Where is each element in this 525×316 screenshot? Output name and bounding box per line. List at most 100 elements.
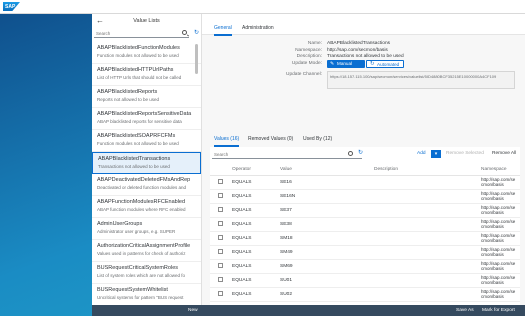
row-checkbox[interactable] [218, 262, 223, 268]
tab-administration[interactable]: Administration [242, 25, 274, 34]
col-namespace[interactable]: Namespace [479, 165, 520, 176]
list-item[interactable]: ABAPBlacklistedSOAPRFCFMs Function module… [92, 130, 201, 152]
refresh-icon[interactable]: ↻ [194, 30, 199, 36]
cell-value: SE16N [278, 189, 372, 204]
add-button[interactable]: Add [417, 151, 426, 156]
list-item[interactable]: BUSRequestSystemWhitelist Uncritical syst… [92, 284, 201, 306]
new-button[interactable]: New [188, 308, 198, 313]
search-icon[interactable] [182, 30, 187, 35]
detail-panel: ? General Administration Name: ABAPBlack… [202, 14, 525, 305]
update-channel-label: Update Channel: [285, 72, 322, 77]
master-list-panel: ← Value Lists ↻ ABAPBlacklistedFunctionM… [92, 14, 202, 306]
list-item[interactable]: BUSRequestCriticalSystemRoles List of sys… [92, 262, 201, 284]
col-value[interactable]: Value [278, 165, 372, 176]
list-item-title: BUSRequestSystemWhitelist [97, 287, 168, 293]
list-item-title: ABAPBlacklistedReportsSensitiveData [97, 111, 192, 117]
cell-value: SE16 [278, 175, 372, 190]
tab-general[interactable]: General [214, 25, 232, 36]
table-row[interactable]: EQUALS SU01 http://sap.com/se cmon/basis [210, 273, 520, 288]
list-item-title: ABAPDeactivatedDeletedFMsAndRep [97, 177, 191, 183]
shell-bar: SAP [0, 0, 525, 14]
row-checkbox[interactable] [218, 206, 223, 212]
name-value: ABAPBlacklistedTransactions [327, 41, 391, 46]
table-search-input[interactable] [212, 150, 342, 158]
select-all-header [210, 165, 230, 176]
cell-description [372, 189, 479, 204]
cell-operator: EQUALS [230, 259, 278, 274]
list-item[interactable]: ABAPBlacklistedFunctionModules Function m… [92, 42, 201, 64]
list-item-description: Deactivated or deleted function modules … [97, 185, 187, 190]
footer-toolbar: New Save As Mark for Export [92, 305, 525, 316]
manual-button[interactable]: ✎ Manual [327, 60, 365, 68]
list-item-title: ABAPFunctionModulesRFCEnabled [97, 199, 186, 205]
cell-namespace: http://sap.com/se cmon/basis [479, 231, 520, 246]
list-item[interactable]: ABAPDeactivatedDeletedFMsAndRep Deactivat… [92, 174, 201, 196]
table-row[interactable]: EQUALS SE37 http://sap.com/se cmon/basis [210, 203, 520, 218]
table-row[interactable]: EQUALS SE16 http://sap.com/se cmon/basis [210, 175, 520, 190]
automated-button[interactable]: ↻ Automated [366, 60, 404, 68]
list-item[interactable]: ABAPFunctionModulesRFCEnabled ABAP functi… [92, 196, 201, 218]
add-dropdown-icon[interactable]: ▾ [431, 150, 441, 158]
list-item[interactable]: ABAPBlacklistedHTTPUrlPaths List of HTTP … [92, 64, 201, 86]
list-item-title: AdminUserGroups [97, 221, 143, 227]
table-row[interactable]: EQUALS SM49 http://sap.com/se cmon/basis [210, 245, 520, 260]
mark-for-export-button[interactable]: Mark for Export [482, 308, 515, 313]
manual-label: Manual [337, 61, 353, 66]
list-item[interactable]: AuthorizationCriticalAssignmentProfile Va… [92, 240, 201, 262]
sap-logo[interactable]: SAP [3, 2, 20, 11]
row-checkbox[interactable] [218, 276, 223, 282]
row-select-cell [210, 287, 230, 302]
list-item-title: ABAPBlacklistedHTTPUrlPaths [97, 67, 174, 73]
cell-operator: EQUALS [230, 245, 278, 260]
list-item[interactable]: ABAPBlacklistedTransactions Transactions … [92, 152, 201, 174]
col-description[interactable]: Description [372, 165, 479, 176]
cell-description [372, 217, 479, 232]
table-row[interactable]: EQUALS SU02 http://sap.com/se cmon/basis [210, 287, 520, 302]
row-select-cell [210, 203, 230, 218]
master-title: Value Lists [133, 18, 160, 24]
row-checkbox[interactable] [218, 234, 223, 240]
col-operator[interactable]: Operator [230, 165, 278, 176]
name-label: Name: [307, 41, 322, 46]
list-item-description: Function modules not allowed to be used [97, 53, 179, 58]
tab-values[interactable]: Values (16) [214, 136, 240, 147]
list-item-title: AuthorizationCriticalAssignmentProfile [97, 243, 191, 249]
table-row[interactable]: EQUALS SE16N http://sap.com/se cmon/basis [210, 189, 520, 204]
row-checkbox[interactable] [218, 248, 223, 254]
cell-value: SE38 [278, 217, 372, 232]
sync-icon: ↻ [370, 61, 375, 67]
save-as-button[interactable]: Save As [456, 308, 474, 313]
remove-all-button[interactable]: Remove All [492, 151, 516, 156]
table-search-icon[interactable] [348, 151, 353, 156]
row-checkbox[interactable] [218, 192, 223, 198]
update-channel-field[interactable]: https://18.157.115.100/sap/secmon/servic… [327, 71, 515, 89]
table-header-row: Operator Value Description Namespace [210, 165, 520, 176]
list-item-description: Administrator user groups, e.g. SUPER [97, 229, 176, 234]
tab-used-by[interactable]: Used By (12) [303, 136, 332, 145]
automated-label: Automated [377, 62, 400, 67]
cell-operator: EQUALS [230, 175, 278, 190]
list-item-title: ABAPBlacklistedTransactions [98, 156, 171, 162]
list-item[interactable]: ABAPBlacklistedReports Reports not allowe… [92, 86, 201, 108]
remove-selected-button[interactable]: Remove Selected [446, 151, 484, 156]
scrollbar[interactable] [195, 44, 198, 74]
master-search-input[interactable] [94, 29, 178, 37]
list-item[interactable]: ABAPBlacklistedReportsSensitiveData ABAP … [92, 108, 201, 130]
cell-operator: EQUALS [230, 217, 278, 232]
table-row[interactable]: EQUALS SM18 http://sap.com/se cmon/basis [210, 231, 520, 246]
tab-removed-values[interactable]: Removed Values (0) [248, 136, 293, 145]
list-item[interactable]: AdminUserGroups Administrator user groups… [92, 218, 201, 240]
description-label: Description: [296, 54, 322, 59]
row-checkbox[interactable] [218, 220, 223, 226]
cell-value: SM69 [278, 259, 372, 274]
row-checkbox[interactable] [218, 178, 223, 184]
values-table-body: EQUALS SE16 http://sap.com/se cmon/basis EQ… [210, 175, 520, 302]
table-row[interactable]: EQUALS SE38 http://sap.com/se cmon/basis [210, 217, 520, 232]
value-list: ABAPBlacklistedFunctionModules Function m… [92, 42, 201, 306]
table-refresh-icon[interactable]: ↻ [358, 150, 363, 156]
row-select-cell [210, 259, 230, 274]
list-item-description: Reports not allowed to be used [97, 97, 160, 102]
table-row[interactable]: EQUALS SM69 http://sap.com/se cmon/basis [210, 259, 520, 274]
row-checkbox[interactable] [218, 290, 223, 296]
cell-description [372, 175, 479, 190]
